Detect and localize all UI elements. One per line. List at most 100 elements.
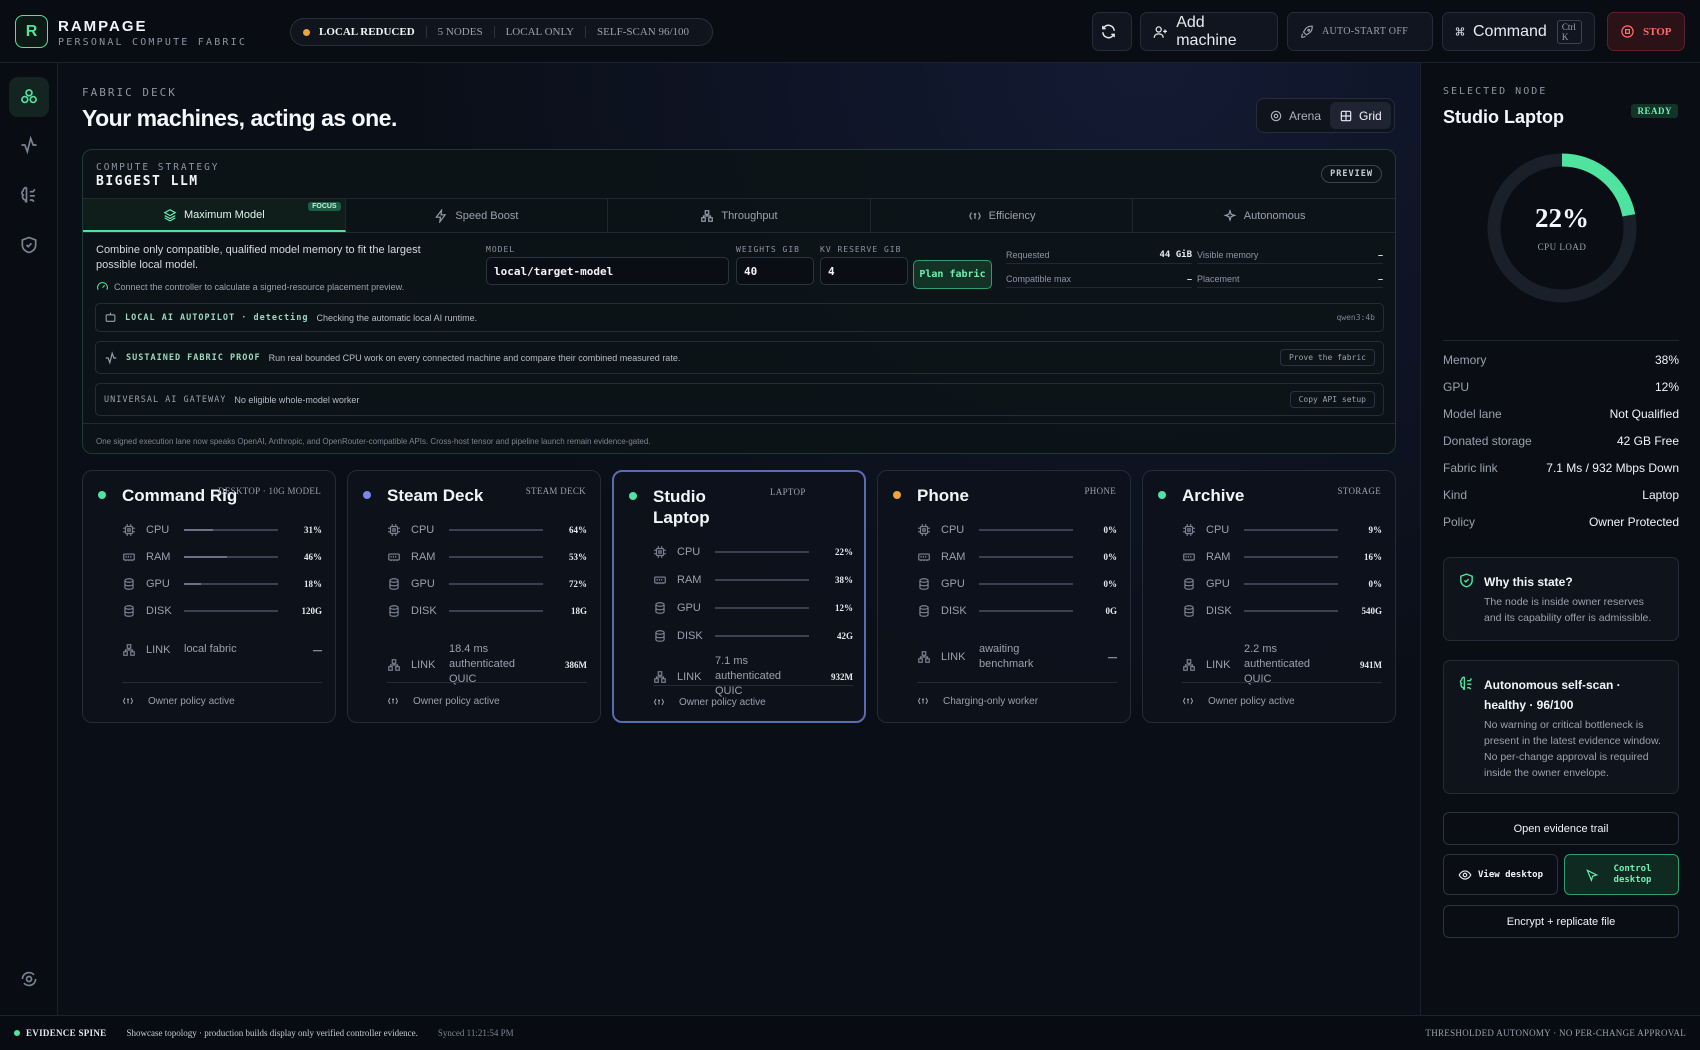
refresh-button[interactable] xyxy=(1092,12,1132,51)
link-detail: 2.2 ms authenticated QUIC xyxy=(1244,643,1311,685)
metric-bar xyxy=(715,579,809,581)
divider xyxy=(1443,340,1679,341)
gateway-text: No eligible whole-model worker xyxy=(234,394,360,405)
nav-settings[interactable] xyxy=(9,959,49,999)
disk-icon xyxy=(917,604,931,618)
node-status-dot xyxy=(1158,491,1166,499)
spine-dot xyxy=(14,1030,20,1036)
brand-logo[interactable]: R xyxy=(15,15,48,48)
metric-link: LINK local fabric — xyxy=(122,642,322,657)
metric-disk: DISK 42G xyxy=(653,628,853,644)
node-card[interactable]: Steam Deck STEAM DECK CPU 64% RAM 53% GP… xyxy=(347,470,601,723)
node-card[interactable]: Phone PHONE CPU 0% RAM 0% GPU 0% DISK 0G… xyxy=(877,470,1131,723)
tab-maximum-model[interactable]: Maximum Model FOCUS xyxy=(83,199,346,232)
tab-speed-boost[interactable]: Speed Boost xyxy=(346,199,609,232)
disk-icon xyxy=(1182,604,1196,618)
node-card[interactable]: Archive STORAGE CPU 9% RAM 16% GPU 0% DI… xyxy=(1142,470,1396,723)
stat-row: Model lane Not Qualified xyxy=(1443,407,1679,421)
stat-row: Memory 38% xyxy=(1443,353,1679,367)
control-desktop-button[interactable]: Control desktop xyxy=(1564,854,1679,895)
stat-row: Policy Owner Protected xyxy=(1443,515,1679,529)
metric-bar xyxy=(449,556,543,558)
status-self-scan: SELF-SCAN 96/100 xyxy=(597,26,690,38)
tab-efficiency[interactable]: Efficiency xyxy=(871,199,1134,232)
node-card[interactable]: Command Rig DESKTOP · 10G MODEL CPU 31% … xyxy=(82,470,336,723)
selected-node-name: Studio Laptop xyxy=(1443,107,1564,127)
encrypt-replicate-button[interactable]: Encrypt + replicate file xyxy=(1443,905,1679,938)
node-kind: STORAGE xyxy=(1337,486,1381,496)
open-evidence-trail-button[interactable]: Open evidence trail xyxy=(1443,812,1679,845)
add-machine-label: Add machine xyxy=(1176,13,1237,49)
kv-reserve-input[interactable]: 4 xyxy=(820,257,908,285)
policy-icon xyxy=(122,695,141,707)
tab-label: Speed Boost xyxy=(455,209,519,222)
view-grid-option[interactable]: Grid xyxy=(1330,102,1391,129)
metric-bar xyxy=(184,529,278,531)
nav-security[interactable] xyxy=(9,225,49,265)
view-arena-option[interactable]: Arena xyxy=(1260,102,1330,129)
preview-badge[interactable]: PREVIEW xyxy=(1321,165,1382,183)
metric-value: 22% xyxy=(835,547,853,557)
auto-start-button[interactable]: AUTO-START OFF xyxy=(1287,12,1433,51)
prove-fabric-button[interactable]: Prove the fabric xyxy=(1279,349,1375,366)
copy-api-setup-button[interactable]: Copy API setup xyxy=(1289,391,1375,408)
strategy-footnote: One signed execution lane now speaks Ope… xyxy=(96,437,651,446)
stat-row: GPU 12% xyxy=(1443,380,1679,394)
weights-input[interactable]: 40 xyxy=(736,257,814,285)
brain-icon xyxy=(21,186,36,203)
tab-autonomous[interactable]: Autonomous xyxy=(1133,199,1395,232)
model-field: MODEL local/target-model xyxy=(486,245,729,285)
weights-label: WEIGHTS GIB xyxy=(736,245,800,254)
self-scan-box: Autonomous self-scan · healthy · 96/100 … xyxy=(1443,660,1679,794)
shield-check-icon xyxy=(1460,573,1473,588)
nav-autonomy[interactable] xyxy=(9,175,49,215)
grid-icon xyxy=(1340,110,1352,121)
metric-gpu: GPU 0% xyxy=(1182,576,1382,592)
metric-disk: DISK 18G xyxy=(387,603,587,619)
metric-bar xyxy=(184,583,278,585)
stop-button[interactable]: STOP xyxy=(1607,12,1685,51)
add-machine-button[interactable]: Add machine xyxy=(1140,12,1278,51)
status-pill[interactable]: LOCAL REDUCED 5 NODES LOCAL ONLY SELF-SC… xyxy=(290,18,714,46)
metric-value: 12% xyxy=(835,603,853,613)
metric-bar xyxy=(1244,583,1338,585)
cursor-icon xyxy=(1585,868,1598,882)
metric-gpu: GPU 0% xyxy=(917,576,1117,592)
rocket-icon xyxy=(1301,25,1313,38)
plan-fabric-button[interactable]: Plan fabric xyxy=(913,260,992,289)
view-desktop-button[interactable]: View desktop xyxy=(1443,854,1558,895)
nav-fabric[interactable] xyxy=(9,77,49,117)
metric-value: 0% xyxy=(1103,579,1118,589)
link-label: LINK xyxy=(146,643,171,656)
node-name: Phone xyxy=(917,486,969,505)
metric-label: CPU xyxy=(411,524,435,536)
model-input[interactable]: local/target-model xyxy=(486,257,729,285)
divider xyxy=(653,685,853,686)
metric-label: DISK xyxy=(1206,605,1232,617)
ram-icon xyxy=(122,550,136,564)
left-rail xyxy=(0,63,58,1015)
node-card[interactable]: Studio Laptop LAPTOP CPU 22% RAM 38% GPU… xyxy=(612,470,866,723)
link-value: — xyxy=(1108,652,1117,662)
brand: RAMPAGE PERSONAL COMPUTE FABRIC xyxy=(58,18,247,48)
add-user-icon xyxy=(1153,25,1167,38)
status-mode: LOCAL REDUCED xyxy=(319,26,427,38)
metric-value: 64% xyxy=(569,525,587,535)
stat-value: 7.1 Ms / 932 Mbps Down xyxy=(1546,461,1679,475)
metric-ram: RAM 38% xyxy=(653,572,853,588)
metric-bar xyxy=(715,551,809,553)
link-detail: awaiting benchmark xyxy=(979,643,1034,670)
metric-ram: RAM 0% xyxy=(917,549,1117,565)
autopilot-label: LOCAL AI AUTOPILOT · detecting xyxy=(125,312,309,323)
tab-throughput[interactable]: Throughput xyxy=(608,199,871,232)
activity-icon xyxy=(21,135,37,155)
stat-row: Fabric link 7.1 Ms / 932 Mbps Down xyxy=(1443,461,1679,475)
command-button[interactable]: Command Ctrl K xyxy=(1442,12,1595,51)
metric-value: 42G xyxy=(836,631,853,641)
metric-link: LINK 18.4 ms authenticated QUIC 386M xyxy=(387,642,587,687)
nav-activity[interactable] xyxy=(9,125,49,165)
focus-badge: FOCUS xyxy=(308,202,341,211)
cpu-icon xyxy=(122,523,136,537)
visible-memory-row: Visible memory – xyxy=(1197,250,1383,264)
gpu-icon xyxy=(653,601,667,615)
